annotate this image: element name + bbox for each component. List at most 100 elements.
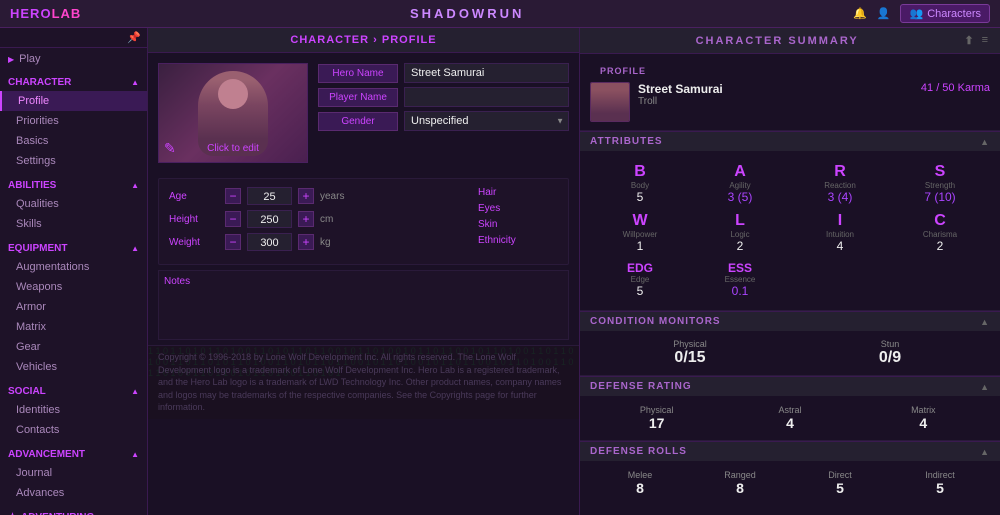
karma-display: 41 / 50 Karma	[921, 82, 990, 94]
sidebar-item-armor[interactable]: Armor	[0, 297, 147, 317]
sidebar-item-advances[interactable]: Advances	[0, 483, 147, 503]
sidebar-item-identities[interactable]: Identities	[0, 400, 147, 420]
hair-row: Hair	[478, 187, 558, 198]
sidebar-section-equipment: Equipment ▲ Augmentations Weapons Armor …	[0, 236, 147, 379]
profile-image-area: ✎ Click to edit	[158, 63, 308, 163]
hero-name-label: Hero Name	[318, 64, 398, 83]
attr-empty-2	[890, 257, 990, 302]
attributes-collapse-icon: ▲	[980, 137, 990, 147]
player-name-input[interactable]	[404, 87, 569, 107]
profile-top: ✎ Click to edit Hero Name Player Name Ge…	[148, 53, 579, 173]
hair-eyes-skin: Hair Eyes Skin Ethnicity	[478, 187, 558, 256]
defense-rating-collapse-icon: ▲	[980, 382, 990, 392]
sidebar-header-advancement[interactable]: Advancement ▲	[0, 444, 147, 463]
characters-button[interactable]: 👥 Characters	[900, 4, 990, 23]
weight-value: 300	[247, 233, 292, 251]
roll-block: Block +8	[590, 511, 690, 515]
notes-area: Notes	[158, 270, 569, 340]
sidebar-section-advancement: Advancement ▲ Journal Advances	[0, 442, 147, 505]
export-icon[interactable]: ⬆	[964, 34, 975, 47]
pin-icon[interactable]: 📌	[127, 31, 141, 44]
condition-collapse-icon: ▲	[980, 317, 990, 327]
attr-agility: A Agility 3 (5)	[690, 159, 790, 208]
weight-minus-button[interactable]: −	[225, 234, 241, 250]
sidebar: 📌 ▶ Play Character ▲ Profile Priorities …	[0, 28, 148, 515]
hair-label: Hair	[478, 187, 528, 198]
sidebar-item-gear[interactable]: Gear	[0, 337, 147, 357]
sidebar-section-character: Character ▲ Profile Priorities Basics Se…	[0, 70, 147, 173]
avatar-image	[591, 83, 629, 121]
top-bar: HEROLAB SHADOWRUN 🔔 👤 👥 Characters	[0, 0, 1000, 28]
defense-rolls-header[interactable]: DEFENSE ROLLS ▲	[580, 441, 1000, 461]
top-bar-actions: 🔔 👤 👥 Characters	[853, 4, 990, 23]
attr-body: B Body 5	[590, 159, 690, 208]
height-value: 250	[247, 210, 292, 228]
roll-full: Full +1	[790, 511, 890, 515]
sidebar-item-vehicles[interactable]: Vehicles	[0, 357, 147, 377]
attr-strength: S Strength 7 (10)	[890, 159, 990, 208]
stun-condition: Stun 0/9	[790, 339, 990, 367]
attributes-header[interactable]: ATTRIBUTES ▲	[580, 131, 1000, 151]
character-info: Street Samurai Troll	[638, 82, 723, 107]
user-icon[interactable]: 👤	[877, 7, 891, 20]
condition-monitors-section: CONDITION MONITORS ▲ Physical 0/15 Stun …	[580, 311, 1000, 376]
sidebar-item-priorities[interactable]: Priorities	[0, 111, 147, 131]
defense-rating-grid: Physical 17 Astral 4 Matrix 4	[580, 396, 1000, 440]
eyes-row: Eyes	[478, 203, 558, 214]
height-row: Height − 250 + cm	[169, 210, 468, 228]
defense-rating-section: DEFENSE RATING ▲ Physical 17 Astral 4 Ma…	[580, 376, 1000, 441]
weight-unit: kg	[320, 237, 331, 248]
sidebar-header-abilities[interactable]: Abilities ▲	[0, 175, 147, 194]
right-panel-header: CHARACTER SUMMARY ⬆ ≡	[580, 28, 1000, 54]
edit-icon[interactable]: ✎	[164, 140, 176, 157]
sidebar-item-skills[interactable]: Skills	[0, 214, 147, 234]
attr-edge: EDG Edge 5	[590, 257, 690, 302]
character-race: Troll	[638, 96, 723, 107]
play-triangle-icon: ▶	[8, 55, 14, 64]
defense-rating-header[interactable]: DEFENSE RATING ▲	[580, 376, 1000, 396]
age-row: Age − 25 + years	[169, 187, 468, 205]
sidebar-item-profile[interactable]: Profile	[0, 91, 147, 111]
social-collapse-icon: ▲	[131, 387, 139, 396]
notes-textarea[interactable]	[164, 291, 563, 331]
age-value: 25	[247, 187, 292, 205]
sidebar-item-weapons[interactable]: Weapons	[0, 277, 147, 297]
attr-empty-1	[790, 257, 890, 302]
attr-essence: ESS Essence 0.1	[690, 257, 790, 302]
gender-select[interactable]: Unspecified Male Female Other	[404, 111, 569, 131]
age-minus-button[interactable]: −	[225, 188, 241, 204]
sidebar-item-journal[interactable]: Journal	[0, 463, 147, 483]
sidebar-item-matrix[interactable]: Matrix	[0, 317, 147, 337]
character-collapse-icon: ▲	[131, 78, 139, 87]
hero-name-input[interactable]	[404, 63, 569, 83]
player-name-row: Player Name	[318, 87, 569, 107]
bell-icon[interactable]: 🔔	[853, 7, 867, 20]
attributes-section: ATTRIBUTES ▲ B Body 5 A Agility 3 (5) R …	[580, 131, 1000, 311]
sidebar-header-equipment[interactable]: Equipment ▲	[0, 238, 147, 257]
sidebar-item-qualities[interactable]: Qualities	[0, 194, 147, 214]
sidebar-item-settings[interactable]: Settings	[0, 151, 147, 171]
weight-plus-button[interactable]: +	[298, 234, 314, 250]
height-minus-button[interactable]: −	[225, 211, 241, 227]
height-label: Height	[169, 214, 219, 225]
roll-melee: Melee 8	[590, 467, 690, 499]
menu-icon[interactable]: ≡	[982, 34, 990, 47]
sidebar-section-social: Social ▲ Identities Contacts	[0, 379, 147, 442]
summary-profile: PROFILE Street Samurai Troll 41 / 50 Kar…	[580, 54, 1000, 131]
sidebar-header-character[interactable]: Character ▲	[0, 72, 147, 91]
sidebar-item-contacts[interactable]: Contacts	[0, 420, 147, 440]
sidebar-header-adventuring[interactable]: ★ Adventuring ▲	[0, 507, 147, 515]
weight-label: Weight	[169, 237, 219, 248]
height-plus-button[interactable]: +	[298, 211, 314, 227]
ethnicity-label: Ethnicity	[478, 235, 528, 246]
equipment-collapse-icon: ▲	[131, 244, 139, 253]
condition-monitors-header[interactable]: CONDITION MONITORS ▲	[580, 311, 1000, 331]
sidebar-header-social[interactable]: Social ▲	[0, 381, 147, 400]
sidebar-item-augmentations[interactable]: Augmentations	[0, 257, 147, 277]
sidebar-item-basics[interactable]: Basics	[0, 131, 147, 151]
sidebar-item-play[interactable]: ▶ Play	[0, 48, 147, 70]
age-plus-button[interactable]: +	[298, 188, 314, 204]
defense-rolls-grid-2: Block +8 Dodge +0 Full +1 Hit the Dirt +…	[580, 505, 1000, 515]
center-panel: CHARACTER › PROFILE ✎ Click to edit Hero…	[148, 28, 580, 515]
eyes-label: Eyes	[478, 203, 528, 214]
